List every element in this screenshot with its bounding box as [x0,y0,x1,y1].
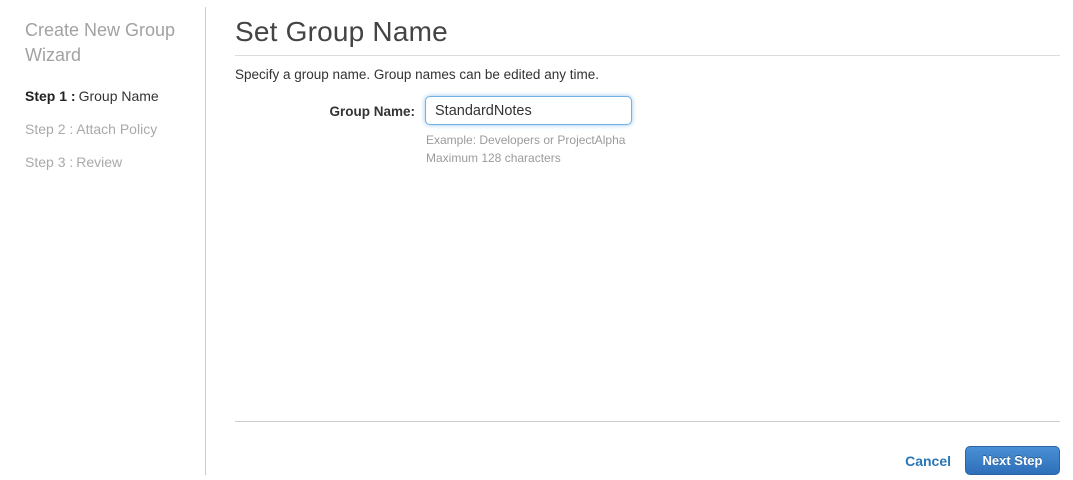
step-prefix: Step 2 : [25,121,74,137]
group-name-hint-example: Example: Developers or ProjectAlpha [426,133,626,147]
group-name-hint-max: Maximum 128 characters [426,151,561,165]
next-step-button[interactable]: Next Step [965,446,1060,475]
step-prefix: Step 1 : [25,88,76,104]
group-name-input[interactable] [425,96,632,125]
group-name-form-row: Group Name: Example: Developers or Proje… [235,96,632,167]
footer-divider [235,421,1060,422]
step-prefix: Step 3 : [25,154,74,170]
step-label: Attach Policy [76,121,158,137]
wizard-sidebar: Create New Group Wizard Step 1 : Group Na… [25,18,193,188]
sidebar-divider [205,7,206,475]
group-name-field: Example: Developers or ProjectAlpha Maxi… [425,96,632,167]
wizard-title: Create New Group Wizard [25,20,176,65]
main-content: Set Group Name Specify a group name. Gro… [235,0,1060,480]
page-title: Set Group Name [235,16,448,47]
wizard-step-group-name: Step 1 : Group Name [25,89,193,103]
cancel-button[interactable]: Cancel [905,453,951,469]
wizard-step-attach-policy: Step 2 : Attach Policy [25,122,193,136]
wizard-footer: Cancel Next Step [905,446,1060,475]
title-divider [235,55,1060,56]
step-label: Review [76,154,123,170]
wizard-step-review: Step 3 : Review [25,155,193,169]
page-description: Specify a group name. Group names can be… [235,67,599,82]
create-group-wizard-page: Create New Group Wizard Step 1 : Group Na… [0,0,1073,480]
wizard-steps: Step 1 : Group Name Step 2 : Attach Policy… [25,89,193,169]
step-label: Group Name [78,88,159,104]
group-name-label: Group Name: [329,104,415,119]
